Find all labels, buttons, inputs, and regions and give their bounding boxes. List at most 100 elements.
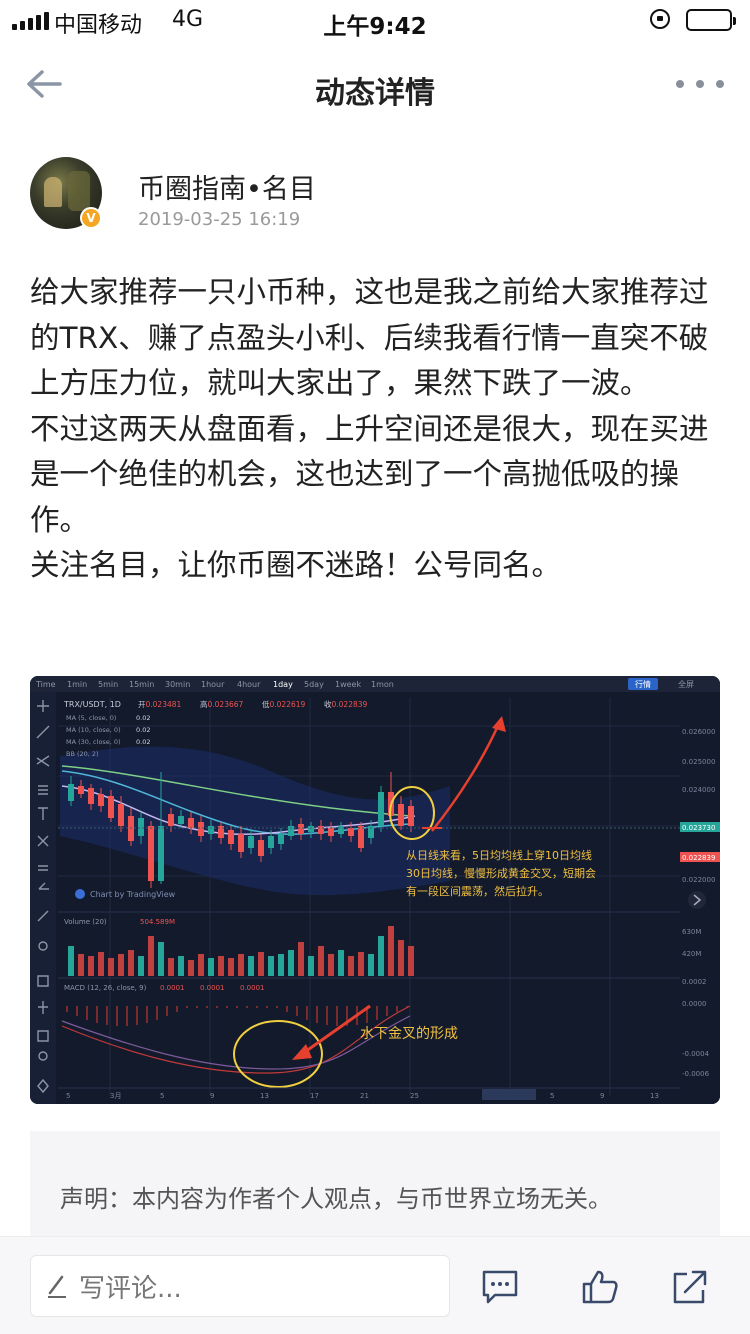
macd-bar [396, 1006, 398, 1012]
volume-bar [368, 954, 374, 976]
svg-text:Volume (20): Volume (20) [64, 918, 107, 926]
chart-x-tick: 5 [160, 1092, 164, 1100]
chart-timeframe-tab: 5min [98, 680, 118, 689]
more-icon [676, 80, 684, 88]
like-button[interactable] [580, 1267, 620, 1307]
macd-bar [186, 1006, 188, 1008]
svg-text:0.0001: 0.0001 [200, 984, 225, 992]
status-bar: 中国移动 4G 上午9:42 [0, 0, 750, 40]
macd-bar [166, 1006, 168, 1016]
pen-icon [41, 1270, 73, 1302]
candle-body [318, 826, 324, 834]
macd-bar [256, 1006, 258, 1008]
macd-bar [66, 1006, 68, 1012]
comment-button[interactable] [480, 1267, 520, 1307]
volume-bar [358, 952, 364, 976]
chart-timeframe-tab: 1min [67, 680, 87, 689]
macd-bar [336, 1006, 338, 1026]
volume-bar [388, 926, 394, 976]
svg-text:MACD (12, 26, close, 9): MACD (12, 26, close, 9) [64, 984, 147, 992]
candle-body [258, 840, 264, 856]
chart-timeframe-tab: 5day [304, 680, 324, 689]
page-title: 动态详情 [315, 76, 435, 111]
macd-bar [216, 1006, 218, 1008]
volume-bar [148, 936, 154, 976]
chart-x-tick: 9 [600, 1092, 604, 1100]
volume-bar [228, 958, 234, 976]
candle-body [298, 824, 304, 834]
svg-text:-0.0006: -0.0006 [682, 1070, 710, 1078]
macd-bar [156, 1006, 158, 1020]
volume-bar [138, 956, 144, 976]
chart-timeframe-tab: 1week [335, 680, 361, 689]
volume-bar [88, 956, 94, 976]
svg-text:0.02: 0.02 [136, 726, 150, 734]
volume-bar [78, 954, 84, 976]
svg-text:MA (10, close, 0): MA (10, close, 0) [66, 726, 121, 734]
status-time: 上午9:42 [323, 14, 427, 40]
macd-bar [326, 1006, 328, 1025]
post-image-chart[interactable]: Time 1min 5min 15min 30min 1hour 4hour 1day 5day… [30, 676, 720, 1104]
macd-bar [306, 1006, 308, 1020]
share-button[interactable] [670, 1267, 710, 1307]
volume-bar [118, 954, 124, 976]
share-icon [673, 1270, 707, 1304]
svg-text:BB (20, 2): BB (20, 2) [66, 750, 99, 758]
author-name[interactable]: 币圈指南•名目 [138, 167, 316, 206]
more-button[interactable] [676, 70, 724, 98]
volume-bar [308, 956, 314, 976]
chart-watermark: Chart by TradingView [90, 890, 176, 899]
chart-price-tag-high: 0.023730 [682, 824, 715, 832]
volume-bar [128, 950, 134, 976]
svg-text:0.0001: 0.0001 [160, 984, 185, 992]
candle-body [248, 836, 254, 848]
volume-bar [288, 950, 294, 976]
chart-x-tick: 3月 [110, 1092, 121, 1100]
candle-body [68, 784, 74, 801]
chart-price-tick: 0.022000 [682, 876, 715, 884]
chart-price-tick: 0.024000 [682, 786, 715, 794]
candle-body [158, 826, 164, 881]
volume-bar [168, 958, 174, 976]
battery-icon [686, 9, 736, 31]
macd-bar [266, 1006, 268, 1008]
candle-body [268, 836, 274, 848]
svg-text:收0.022839: 收0.022839 [324, 699, 368, 709]
macd-bar [126, 1006, 128, 1026]
candle-body [308, 826, 314, 832]
macd-bar [376, 1006, 378, 1020]
comment-placeholder: 写评论... [79, 1273, 182, 1304]
chart-symbol: TRX/USDT, 1D [63, 700, 121, 709]
svg-text:0.02: 0.02 [136, 714, 150, 722]
author-header: V 币圈指南•名目 2019-03-25 16:19 [30, 157, 720, 237]
svg-text:MA (30, close, 0): MA (30, close, 0) [66, 738, 121, 746]
chart-timeframe-tab: Time [35, 680, 56, 689]
disclaimer-box: 声明：本内容为作者个人观点，与币世界立场无关。 [30, 1131, 720, 1236]
chart-price-tag-last: 0.022839 [682, 854, 715, 862]
post-paragraph: 给大家推荐一只小币种，这也是我之前给大家推荐过的TRX、赚了点盈头小利、后续我看… [30, 275, 709, 400]
chart-timeframe-tab: 1mon [371, 680, 394, 689]
volume-bar [318, 946, 324, 976]
chart-toolbar-label: 全屏 [678, 679, 694, 689]
chart-annotation-line: 30日均线，慢慢形成黄金交叉，短期会 [406, 866, 596, 880]
chart-annotation-line: 从日线来看，5日均均线上穿10日均线 [406, 848, 592, 862]
comment-icon [482, 1270, 518, 1304]
volume-bar [338, 950, 344, 976]
candle-body [138, 818, 144, 836]
comment-input[interactable]: 写评论... [30, 1255, 450, 1317]
chart-x-tick: 21 [360, 1092, 369, 1100]
chart-timeframe-tab: 15min [129, 680, 154, 689]
chart-toolbar-button: 行情 [635, 679, 651, 689]
volume-bar [218, 956, 224, 976]
chart-x-tick: 13 [260, 1092, 269, 1100]
bottom-bar: 写评论... [0, 1236, 750, 1334]
macd-bar [136, 1006, 138, 1025]
macd-bar [206, 1006, 208, 1008]
candle-body [338, 826, 344, 834]
chart-x-tick: 17 [310, 1092, 319, 1100]
macd-bar [176, 1006, 178, 1012]
macd-bar [76, 1006, 78, 1016]
chart-x-tick: 9 [210, 1092, 214, 1100]
macd-bar [116, 1006, 118, 1026]
candle-body [188, 818, 194, 828]
